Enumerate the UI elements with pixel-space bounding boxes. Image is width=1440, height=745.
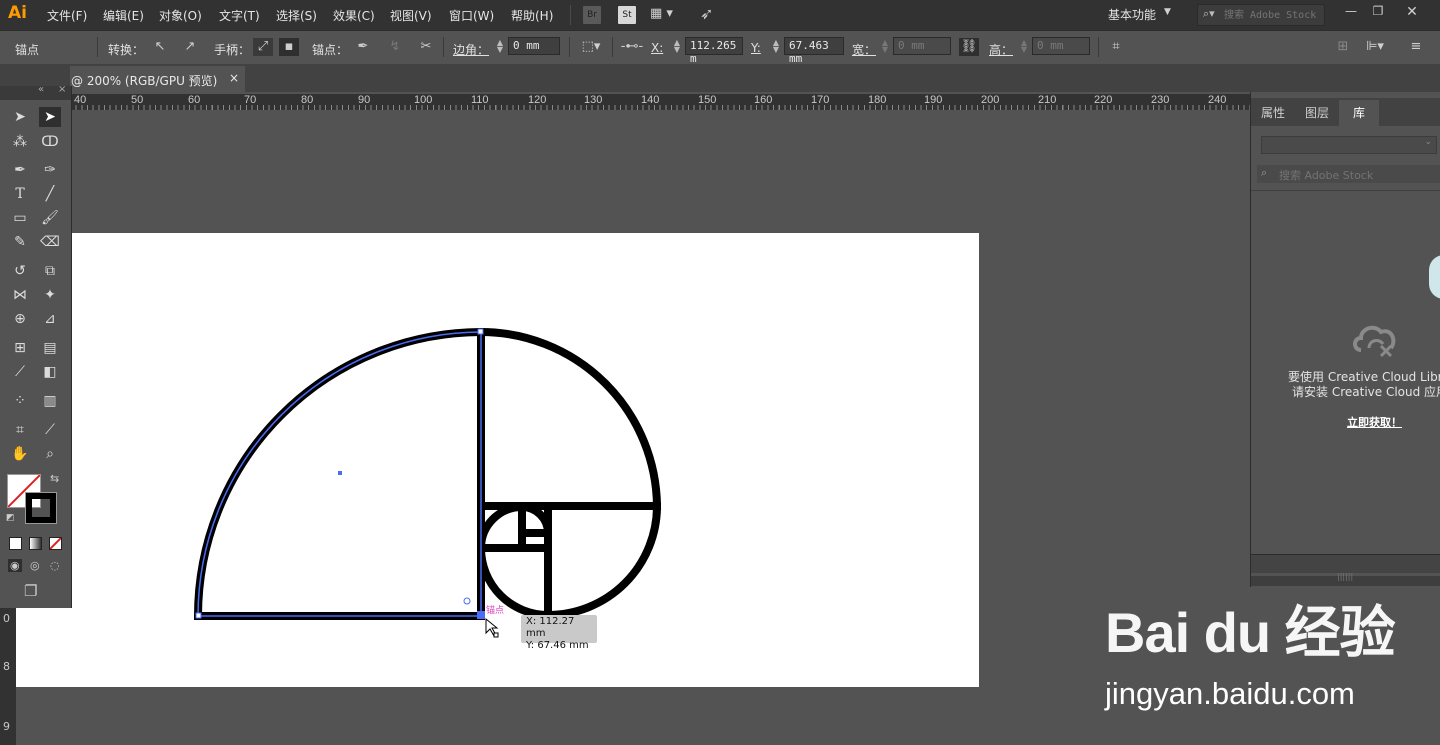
default-colors-icon[interactable]: ◩ xyxy=(6,513,15,523)
artboard-tool-icon[interactable]: ⌗ xyxy=(9,420,31,440)
paintbrush-tool-icon[interactable]: 🖌 xyxy=(39,208,61,228)
magic-wand-tool-icon[interactable]: ⁂ xyxy=(9,132,31,152)
color-mode-icon[interactable] xyxy=(9,537,22,550)
pen-tool-icon[interactable]: ✒ xyxy=(9,160,31,180)
cc-message-brand: Creative Cloud Librari xyxy=(1327,370,1440,384)
get-it-now-link[interactable]: 立即获取！ xyxy=(1347,414,1402,430)
tab-properties[interactable]: 属性 xyxy=(1251,100,1295,126)
gradient-mode-icon[interactable] xyxy=(29,537,42,550)
close-icon[interactable]: × xyxy=(58,84,66,95)
selection-tool-icon[interactable]: ➤ xyxy=(9,107,31,127)
help-bubble[interactable] xyxy=(1429,255,1440,299)
libraries-panel: 属性 图层 库 ⌄ ⌕ 搜索 Adobe Stock 要使用 Creative … xyxy=(1250,92,1440,587)
line-tool-icon[interactable]: ╱ xyxy=(39,184,61,204)
symbol-sprayer-tool-icon[interactable]: ⁘ xyxy=(9,391,31,411)
cc-message-brand: Creative Cloud 应用程 xyxy=(1331,385,1440,399)
library-search-placeholder: 搜索 Adobe Stock xyxy=(1279,169,1374,182)
corner-widget[interactable] xyxy=(463,597,471,605)
tooltip-x: X: 112.27 mm xyxy=(526,616,575,639)
coordinate-tooltip: X: 112.27 mm Y: 67.46 mm xyxy=(521,615,597,651)
tooltip-y: Y: 67.46 mm xyxy=(526,640,589,651)
curvature-tool-icon[interactable]: ✑ xyxy=(39,160,61,180)
swap-colors-icon[interactable]: ⇆ xyxy=(50,472,59,485)
baidu-watermark-logo: Bai du 经验 xyxy=(1105,601,1396,664)
draw-inside-icon[interactable]: ◌ xyxy=(50,559,60,572)
small-quarter[interactable] xyxy=(476,502,526,552)
tab-layers[interactable]: 图层 xyxy=(1295,100,1339,126)
divider xyxy=(1251,190,1440,191)
direct-selection-tool-icon[interactable]: ➤ xyxy=(39,107,61,127)
panel-resize-handle[interactable]: |||||| xyxy=(1251,572,1440,586)
rotate-tool-icon[interactable]: ↺ xyxy=(9,261,31,281)
upper-right-quarter[interactable] xyxy=(477,327,662,510)
baidu-watermark-url: jingyan.baidu.com xyxy=(1105,676,1355,711)
spiral-shapes xyxy=(193,327,662,620)
cc-message-prefix: 请安装 xyxy=(1292,385,1332,399)
library-select[interactable]: ⌄ xyxy=(1261,136,1437,154)
tab-libraries[interactable]: 库 xyxy=(1339,100,1379,126)
tools-panel: « × ➤ ➤ ⁂ ↀ ✒ ✑ T ╱ ▭ 🖌 ✎ ⌫ ↺ ⧉ ⋈ ✦ ⊕ ⊿ … xyxy=(0,84,72,608)
cursor-anchor-indicator xyxy=(493,632,499,638)
panel-footer xyxy=(1251,554,1440,573)
gradient-tool-icon[interactable]: ▤ xyxy=(39,338,61,358)
center-point xyxy=(338,471,342,475)
perspective-grid-tool-icon[interactable]: ⊿ xyxy=(39,309,61,329)
selected-anchor-point[interactable] xyxy=(477,611,485,619)
draw-behind-icon[interactable]: ◎ xyxy=(30,559,40,572)
lasso-tool-icon[interactable]: ↀ xyxy=(39,132,61,152)
graph-tool-icon[interactable]: ▥ xyxy=(39,391,61,411)
cc-message-prefix: 要使用 xyxy=(1288,370,1328,384)
mesh-tool-icon[interactable]: ⊞ xyxy=(9,338,31,358)
width-tool-icon[interactable]: ⋈ xyxy=(9,285,31,305)
blend-tool-icon[interactable]: ◧ xyxy=(39,362,61,382)
shape-builder-tool-icon[interactable]: ⊕ xyxy=(9,309,31,329)
collapse-icon[interactable]: « xyxy=(38,84,44,95)
search-icon: ⌕ xyxy=(1261,166,1268,179)
scale-tool-icon[interactable]: ⧉ xyxy=(39,261,61,281)
chevron-down-icon: ⌄ xyxy=(1424,137,1432,147)
rectangle-tool-icon[interactable]: ▭ xyxy=(9,208,31,228)
type-tool-icon[interactable]: T xyxy=(9,184,31,204)
creative-cloud-offline-icon xyxy=(1353,325,1396,358)
cc-message-line2: 请安装 Creative Cloud 应用程 xyxy=(1292,383,1440,400)
draw-normal-icon[interactable]: ◉ xyxy=(8,559,22,572)
hand-tool-icon[interactable]: ✋ xyxy=(9,444,31,464)
zoom-tool-icon[interactable]: ⌕ xyxy=(39,444,61,464)
smart-guide-label: 锚点 xyxy=(486,606,505,616)
library-search-box[interactable]: ⌕ 搜索 Adobe Stock xyxy=(1257,165,1440,183)
none-mode-icon[interactable] xyxy=(49,537,62,550)
puppet-warp-tool-icon[interactable]: ✦ xyxy=(39,285,61,305)
eraser-tool-icon[interactable]: ⌫ xyxy=(39,232,61,252)
stroke-swatch[interactable] xyxy=(25,492,57,524)
screen-mode-icon[interactable]: ❐ xyxy=(24,582,37,600)
shaper-tool-icon[interactable]: ✎ xyxy=(9,232,31,252)
tools-header[interactable]: « × xyxy=(0,84,71,100)
eyedropper-tool-icon[interactable]: ⟋ xyxy=(9,362,31,382)
anchor-point[interactable] xyxy=(195,612,202,619)
lower-right-quarter[interactable] xyxy=(544,502,662,620)
anchor-point[interactable] xyxy=(477,328,484,335)
slice-tool-icon[interactable]: ⟋ xyxy=(39,420,61,440)
